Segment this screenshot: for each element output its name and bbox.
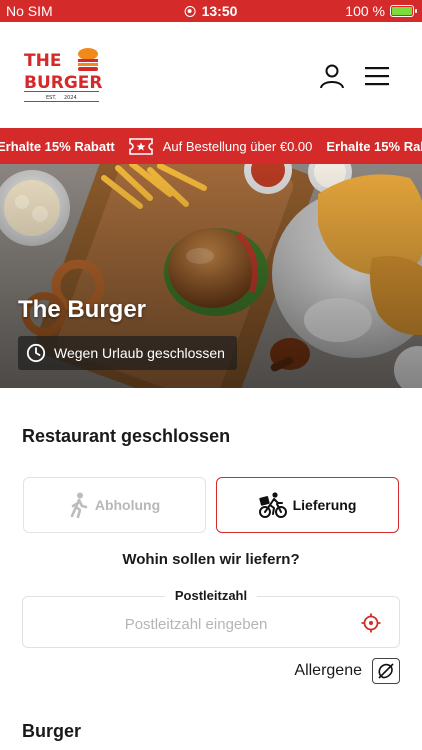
promo-banner[interactable]: Erhalte 15% Rabatt Auf Bestellung über €…: [0, 128, 422, 164]
logo-est: EST.: [46, 95, 57, 101]
allergens-filter[interactable]: Allergene: [294, 658, 400, 684]
locate-crosshair-icon[interactable]: [361, 613, 381, 633]
allergens-button[interactable]: [372, 658, 400, 684]
logo-year: 2024: [64, 95, 77, 101]
hamburger-menu-icon[interactable]: [364, 64, 390, 88]
allergens-label: Allergene: [294, 662, 362, 679]
closed-status-text: Wegen Urlaub geschlossen: [54, 345, 225, 361]
postal-code-field[interactable]: Postleitzahl: [22, 588, 400, 648]
promo-discount: Erhalte 15% Rabatt: [326, 138, 422, 154]
the-burger-logo[interactable]: THE BURGER EST. 2024: [22, 46, 102, 106]
delivery-bike-icon: [258, 492, 287, 518]
time-label: 13:50: [201, 3, 238, 19]
pickup-button[interactable]: Abholung: [23, 477, 206, 533]
hero-banner: The Burger Wegen Urlaub geschlossen: [0, 164, 422, 388]
battery-icon: [390, 5, 417, 17]
logo-word-the: THE: [24, 51, 61, 71]
battery-fill: [392, 7, 412, 15]
promo-item: Erhalte 15% Rabatt: [0, 139, 115, 154]
user-icon[interactable]: [318, 62, 346, 90]
clock-icon: [26, 343, 46, 363]
recording-icon: [184, 5, 196, 17]
closed-status-badge: Wegen Urlaub geschlossen: [18, 336, 237, 370]
postal-code-legend: Postleitzahl: [164, 588, 258, 603]
restaurant-status-heading: Restaurant geschlossen: [22, 426, 231, 446]
logo-word-burger: BURGER: [24, 73, 102, 93]
promo-item: Auf Bestellung über €0.00: [128, 137, 313, 155]
delivery-button[interactable]: Lieferung: [216, 477, 399, 533]
promo-item: Erhalte 15% Rabatt: [326, 139, 422, 154]
delivery-label: Lieferung: [292, 497, 357, 513]
category-heading: Burger: [22, 721, 82, 741]
postal-code-input[interactable]: [33, 607, 359, 641]
walking-person-icon: [70, 492, 88, 518]
battery-status: 100 %: [345, 3, 417, 19]
promo-discount: Erhalte 15% Rabatt: [0, 138, 115, 154]
carrier-label: No SIM: [6, 3, 53, 19]
app-header: THE BURGER EST. 2024: [0, 22, 422, 128]
status-bar: No SIM 13:50 100 %: [0, 0, 422, 22]
delivery-question: Wohin sollen wir liefern?: [122, 551, 300, 568]
pickup-label: Abholung: [94, 497, 161, 513]
promo-track: Erhalte 15% Rabatt Auf Bestellung über €…: [0, 128, 422, 164]
promo-min-order: Auf Bestellung über €0.00: [162, 138, 313, 154]
allergen-icon: [378, 663, 394, 679]
ticket-icon: [128, 137, 153, 155]
battery-percent: 100 %: [345, 3, 385, 19]
restaurant-name: The Burger: [18, 296, 147, 323]
clock: 13:50: [184, 3, 238, 19]
